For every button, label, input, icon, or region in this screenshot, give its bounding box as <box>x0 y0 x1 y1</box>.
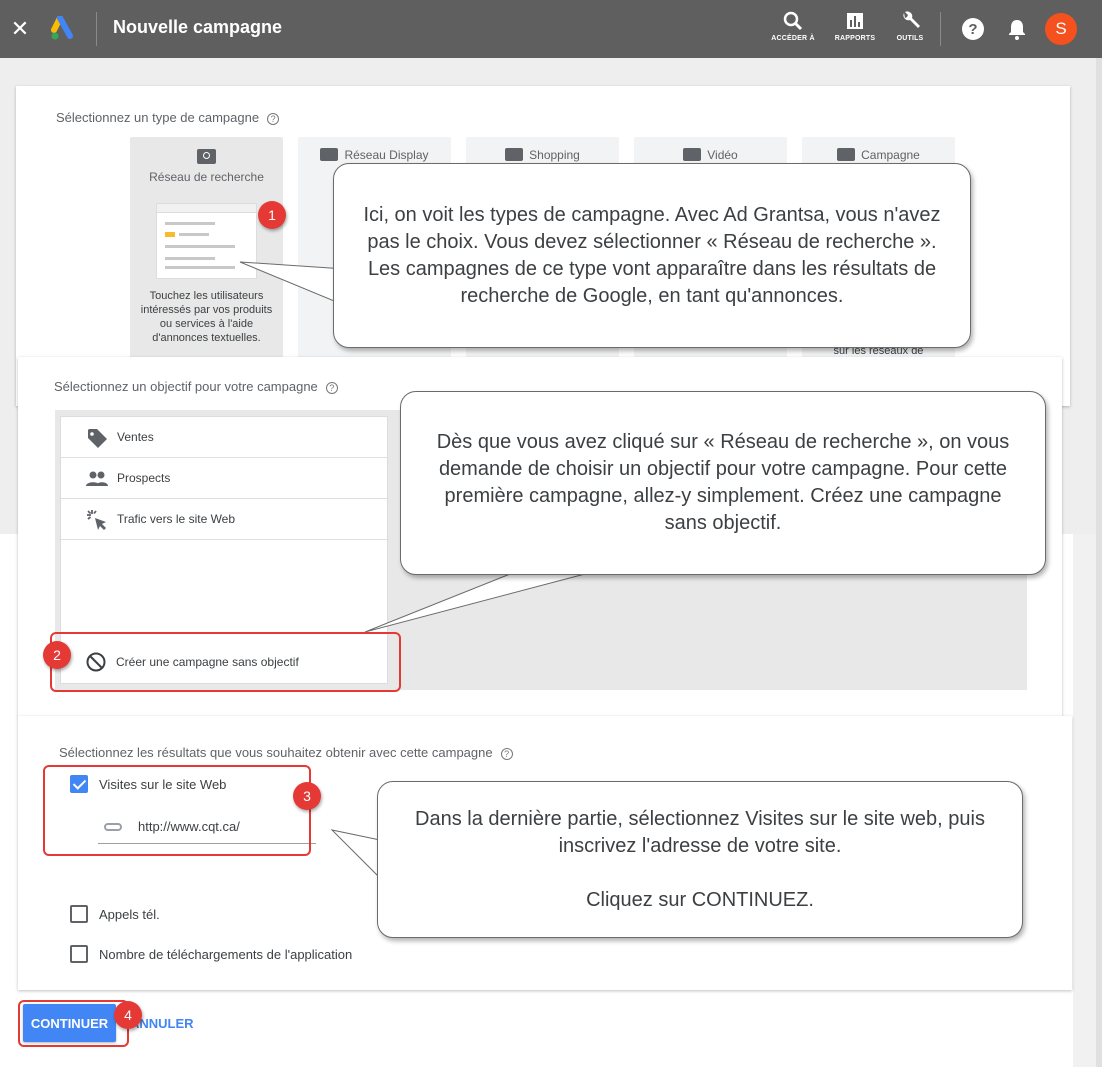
video-icon <box>683 148 702 161</box>
campaign-type-name: Réseau de recherche <box>149 170 264 184</box>
callout-objective: Dès que vous avez cliqué sur « Réseau de… <box>400 391 1046 575</box>
bell-icon[interactable] <box>1005 17 1029 41</box>
app-downloads-checkbox[interactable] <box>70 945 88 963</box>
callout-campaign-type: Ici, on voit les types de campagne. Avec… <box>333 163 971 348</box>
tag-icon <box>505 148 524 161</box>
download-icon <box>837 148 856 161</box>
help-icon[interactable]: ? <box>267 112 280 125</box>
campaign-type-name: Réseau Display <box>298 148 451 162</box>
goto-label: ACCÉDER À <box>771 35 815 42</box>
avatar[interactable]: S <box>1045 13 1077 45</box>
close-icon[interactable]: ✕ <box>8 15 32 43</box>
header-divider <box>96 12 97 46</box>
phone-calls-label: Appels tél. <box>99 907 160 922</box>
top-bar: ✕ Nouvelle campagne ACCÉDER À RAPPORTS O… <box>0 0 1102 58</box>
objective-heading: Sélectionnez un objectif pour votre camp… <box>54 379 338 394</box>
wrench-icon <box>903 11 920 28</box>
results-heading: Sélectionnez les résultats que vous souh… <box>59 745 513 760</box>
svg-text:?: ? <box>968 21 977 38</box>
campaign-type-name: Vidéo <box>634 148 787 162</box>
cursor-click-icon <box>87 510 106 530</box>
page-title: Nouvelle campagne <box>113 17 283 37</box>
objective-item-sales[interactable]: Ventes <box>61 417 387 458</box>
display-icon <box>320 148 339 161</box>
search-illustration <box>156 203 257 279</box>
help-icon[interactable]: ? <box>961 17 985 41</box>
people-icon <box>86 471 108 486</box>
campaign-type-description: Touchez les utilisateurs intéressés par … <box>140 290 273 344</box>
reports-label: RAPPORTS <box>834 35 876 42</box>
search-icon <box>783 11 803 31</box>
objective-item-leads[interactable]: Prospects <box>61 458 387 499</box>
campaign-type-name: Campagne <box>802 148 955 162</box>
objective-label: Trafic vers le site Web <box>117 512 236 526</box>
google-ads-logo <box>51 16 73 40</box>
objective-item-traffic[interactable]: Trafic vers le site Web <box>61 499 387 540</box>
tag-icon <box>88 429 107 448</box>
search-icon <box>197 149 216 164</box>
step-badge-4: 4 <box>114 1001 142 1029</box>
campaign-type-search[interactable]: Réseau de recherche Touchez les utilisat… <box>130 137 283 367</box>
objective-label: Ventes <box>117 430 154 444</box>
header-divider-2 <box>940 12 941 46</box>
objective-label: Sélectionnez un objectif pour votre camp… <box>54 379 318 394</box>
step-badge-2: 2 <box>43 641 71 669</box>
goto-button[interactable]: ACCÉDER À <box>765 10 821 42</box>
scrollbar-track[interactable] <box>1096 58 1102 1067</box>
campaign-type-name: Shopping <box>466 148 619 162</box>
highlight-website-visits <box>43 765 311 856</box>
tools-button[interactable]: OUTILS <box>882 10 938 42</box>
app-downloads-label: Nombre de téléchargements de l'applicati… <box>99 947 353 962</box>
highlight-no-objective <box>50 632 401 692</box>
help-icon[interactable]: ? <box>500 747 513 760</box>
step-badge-3: 3 <box>293 782 321 810</box>
step-badge-1: 1 <box>258 201 286 229</box>
objective-label: Prospects <box>117 471 171 485</box>
campaign-type-label: Sélectionnez un type de campagne <box>56 110 260 125</box>
reports-button[interactable]: RAPPORTS <box>827 10 883 42</box>
tools-label: OUTILS <box>896 35 924 42</box>
phone-calls-checkbox[interactable] <box>70 905 88 923</box>
results-label: Sélectionnez les résultats que vous souh… <box>59 745 493 760</box>
highlight-continue <box>18 1000 129 1047</box>
help-icon[interactable]: ? <box>325 381 338 394</box>
bar-chart-icon <box>847 13 863 29</box>
campaign-type-heading: Sélectionnez un type de campagne? <box>56 110 280 125</box>
callout-results: Dans la dernière partie, sélectionnez Vi… <box>377 781 1023 938</box>
